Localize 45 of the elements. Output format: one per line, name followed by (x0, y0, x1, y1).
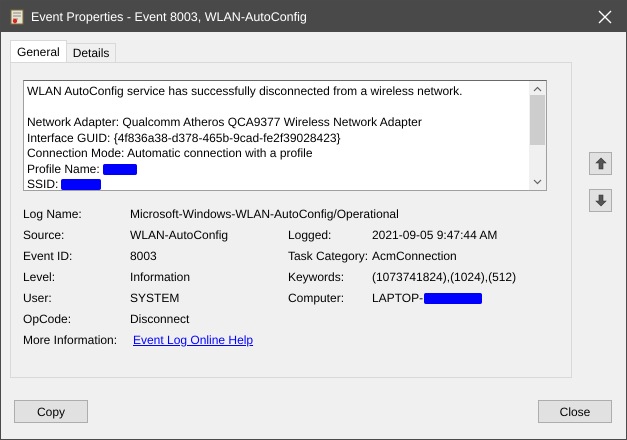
field-value: Disconnect (130, 311, 190, 328)
field-label: Log Name: (23, 206, 83, 223)
window-title: Event Properties - Event 8003, WLAN-AutoConfig (31, 10, 308, 24)
field-value: AcmConnection (372, 248, 457, 265)
message-line: Connection Mode: Automatic connection with a profile (27, 146, 312, 162)
field-label: Computer: (288, 290, 346, 307)
field-label: More Information: (23, 332, 118, 349)
field-value: Microsoft-Windows-WLAN-AutoConfig/Operational (130, 206, 400, 223)
field-label: Keywords: (288, 269, 346, 286)
field-value: 8003 (130, 248, 158, 265)
field-value: WLAN-AutoConfig (130, 227, 230, 244)
field-value: SYSTEM (130, 290, 180, 307)
scroll-down-icon[interactable] (533, 179, 542, 185)
field-value: (1073741824),(1024),(512) (372, 269, 516, 286)
previous-event-button[interactable] (589, 152, 612, 175)
redaction-mark (424, 293, 482, 304)
message-line: Profile Name: (27, 162, 100, 177)
copy-button[interactable]: Copy (14, 400, 88, 423)
help-link[interactable]: Event Log Online Help (130, 330, 254, 351)
field-label: OpCode: (23, 311, 72, 328)
field-label: Task Category: (288, 248, 370, 265)
scrollbar[interactable] (529, 81, 546, 190)
down-arrow-icon (594, 194, 606, 207)
close-icon[interactable] (598, 10, 612, 24)
next-event-button[interactable] (589, 189, 612, 212)
event-log-icon (10, 8, 24, 24)
message-line: Network Adapter: Qualcomm Atheros QCA9377 Wireless Network Adapter (27, 115, 422, 130)
tab[interactable]: Details (66, 43, 116, 62)
field-value: LAPTOP- (372, 290, 424, 307)
field-label: Logged: (288, 227, 332, 244)
tab[interactable]: General (10, 40, 67, 62)
field-label: Level: (23, 269, 56, 286)
redaction-mark (102, 164, 137, 175)
message-line: SSID: (27, 177, 58, 190)
scroll-up-icon[interactable] (533, 86, 542, 92)
field-value: Information (130, 269, 192, 286)
message-line: Interface GUID: {4f836a38-d378-465b-9cad-fe2f39028423} (27, 130, 341, 146)
field-label: User: (23, 290, 53, 307)
up-arrow-icon (594, 157, 606, 170)
field-label: Source: (23, 227, 66, 244)
redaction-mark (61, 179, 102, 190)
close-button[interactable]: Close (538, 400, 612, 423)
field-value: 2021-09-05 9:47:44 AM (372, 227, 498, 244)
message-line: WLAN AutoConfig service has successfully disconnected from a wireless network. (27, 84, 463, 100)
field-label: Event ID: (23, 248, 74, 265)
